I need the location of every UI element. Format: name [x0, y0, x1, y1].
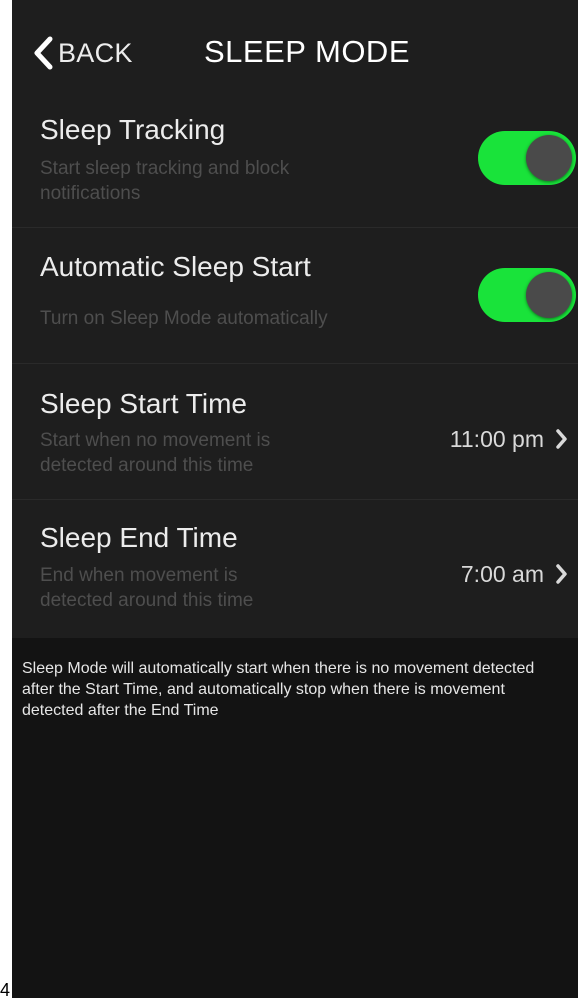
page-title: SLEEP MODE — [204, 34, 411, 69]
sleep-end-time-description-line-2: detected around this time — [40, 590, 254, 611]
settings-list: Sleep Tracking Start sleep tracking and … — [12, 100, 578, 638]
sleep-start-time-row[interactable]: Sleep Start Time Start when no movement … — [12, 363, 578, 500]
chevron-right-icon — [556, 564, 567, 584]
sleep-mode-explanation: Sleep Mode will automatically start when… — [22, 660, 535, 719]
sleep-end-time-value: 7:00 am — [460, 561, 544, 587]
sleep-start-time-description-line-2: detected around this time — [40, 455, 254, 476]
chevron-right-icon — [556, 429, 567, 449]
sleep-tracking-toggle[interactable] — [478, 131, 576, 185]
sleep-tracking-title: Sleep Tracking — [40, 114, 226, 145]
chevron-left-icon — [34, 36, 53, 70]
sleep-tracking-description-line-2: notifications — [40, 183, 141, 204]
automatic-sleep-start-row: Automatic Sleep Start Turn on Sleep Mode… — [12, 227, 578, 364]
sleep-tracking-row: Sleep Tracking Start sleep tracking and … — [12, 100, 578, 227]
back-button[interactable]: BACK — [32, 28, 133, 78]
toggle-knob — [526, 135, 572, 181]
navigation-bar: BACK SLEEP MODE — [12, 0, 578, 100]
automatic-sleep-start-toggle[interactable] — [478, 268, 576, 322]
automatic-sleep-start-description: Turn on Sleep Mode automatically — [40, 308, 328, 329]
sleep-tracking-description-line-1: Start sleep tracking and block — [40, 158, 290, 179]
toggle-knob — [526, 272, 572, 318]
sleep-start-time-description-line-1: Start when no movement is — [40, 430, 271, 451]
sleep-start-time-title: Sleep Start Time — [40, 388, 247, 419]
sleep-end-time-description-line-1: End when movement is — [40, 565, 238, 586]
sleep-end-time-title: Sleep End Time — [40, 522, 238, 553]
automatic-sleep-start-title: Automatic Sleep Start — [40, 251, 311, 282]
sleep-start-time-value: 11:00 pm — [449, 426, 544, 452]
sleep-end-time-row[interactable]: Sleep End Time End when movement is dete… — [12, 499, 578, 639]
phone-screen: BACK SLEEP MODE Sleep Tracking Start sle… — [12, 0, 578, 998]
back-label: BACK — [58, 37, 133, 68]
